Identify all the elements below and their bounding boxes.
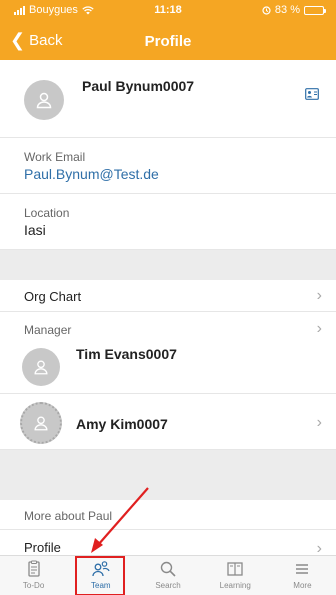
manager-name: Tim Evans0007 [76, 346, 177, 362]
manager-row[interactable]: Manager › Tim Evans0007 [0, 312, 336, 394]
person-icon [36, 92, 52, 109]
tab-team[interactable]: Team [67, 556, 134, 595]
org-chart-label: Org Chart [24, 289, 82, 304]
chevron-right-icon: › [316, 287, 322, 304]
org-chart-row[interactable]: Org Chart › [0, 280, 336, 312]
tab-learning[interactable]: Learning [202, 556, 269, 595]
location-label: Location [24, 206, 70, 220]
peer-row[interactable]: Amy Kim0007 › [0, 394, 336, 450]
peer-name: Amy Kim0007 [76, 416, 168, 432]
tab-label: More [293, 581, 312, 590]
back-button[interactable]: ❮ Back [10, 31, 62, 49]
back-label: Back [29, 31, 63, 49]
alarm-icon [262, 5, 271, 15]
manager-label: Manager [24, 323, 72, 337]
chevron-right-icon: › [316, 540, 322, 555]
more-about-label: More about Paul [24, 509, 113, 523]
chevron-left-icon: ❮ [10, 30, 26, 50]
person-icon [34, 360, 48, 375]
peer-avatar [20, 402, 62, 444]
tab-more[interactable]: More [269, 556, 336, 595]
nav-bar: ❮ Back Profile [0, 25, 336, 57]
profile-content[interactable]: Paul Bynum0007 Work Email Paul.Bynum@Tes… [0, 60, 336, 555]
battery-icon [304, 5, 326, 15]
avatar [24, 80, 64, 120]
book-icon [227, 562, 243, 576]
tab-label: Search [155, 581, 181, 590]
chevron-right-icon: › [316, 320, 322, 337]
status-bar: Bouygues 11:18 83 % [0, 0, 336, 22]
profile-section-label: Profile [24, 540, 61, 555]
work-email-link[interactable]: Paul.Bynum@Test.de [24, 166, 159, 182]
profile-header: Paul Bynum0007 [0, 60, 336, 138]
header-bar: Bouygues 11:18 83 % ❮ Back Profile [0, 0, 336, 60]
section-divider [0, 250, 336, 280]
manager-avatar [22, 348, 60, 386]
todo-icon [27, 560, 40, 577]
battery-area: 83 % [262, 4, 326, 16]
work-email-label: Work Email [24, 150, 86, 164]
chevron-right-icon: › [316, 414, 322, 431]
work-email-row: Work Email Paul.Bynum@Test.de [0, 138, 336, 194]
tab-label: To-Do [22, 581, 45, 590]
person-icon [34, 416, 48, 431]
profile-section-row[interactable]: Profile › [0, 530, 336, 555]
tab-label: Learning [219, 581, 251, 590]
location-row: Location Iasi [0, 194, 336, 250]
more-about-row: More about Paul [0, 500, 336, 530]
battery-percent: 83 % [274, 4, 300, 16]
add-contact-icon[interactable] [305, 88, 319, 100]
menu-icon [296, 564, 309, 574]
profile-name: Paul Bynum0007 [82, 78, 195, 94]
section-divider [0, 450, 336, 500]
location-value: Iasi [24, 222, 46, 238]
search-icon [160, 561, 176, 577]
tab-bar: To-Do Team Search Learning More [0, 555, 336, 595]
tab-todo[interactable]: To-Do [0, 556, 67, 595]
profile-screen: Bouygues 11:18 83 % ❮ Back Profile Paul … [0, 0, 336, 595]
highlight-box [75, 556, 126, 595]
tab-search[interactable]: Search [134, 556, 201, 595]
